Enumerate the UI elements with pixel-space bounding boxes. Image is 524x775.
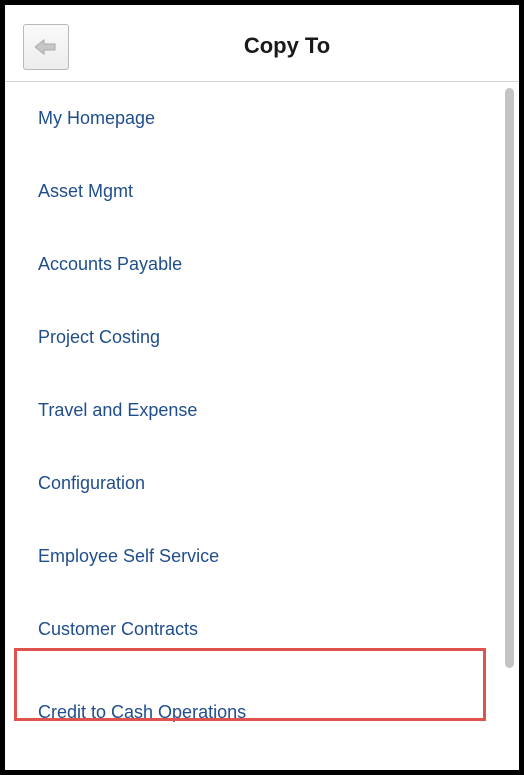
dialog-header: Copy To — [5, 5, 519, 82]
menu-item-travel-and-expense[interactable]: Travel and Expense — [5, 374, 499, 447]
menu-item-accounts-payable[interactable]: Accounts Payable — [5, 228, 499, 301]
back-button[interactable] — [23, 24, 69, 70]
menu-item-customer-contracts[interactable]: Customer Contracts — [5, 593, 499, 666]
arrow-left-icon — [35, 39, 56, 55]
menu-item-employee-self-service[interactable]: Employee Self Service — [5, 520, 499, 593]
menu-item-configuration[interactable]: Configuration — [5, 447, 499, 520]
dialog-title: Copy To — [243, 33, 331, 58]
menu-item-my-homepage[interactable]: My Homepage — [5, 82, 499, 155]
destination-list: My Homepage Asset Mgmt Accounts Payable … — [5, 82, 499, 770]
scrollbar-thumb[interactable] — [505, 88, 514, 668]
menu-item-credit-to-cash-operations[interactable]: Credit to Cash Operations — [5, 676, 499, 749]
menu-item-project-costing[interactable]: Project Costing — [5, 301, 499, 374]
menu-item-asset-mgmt[interactable]: Asset Mgmt — [5, 155, 499, 228]
